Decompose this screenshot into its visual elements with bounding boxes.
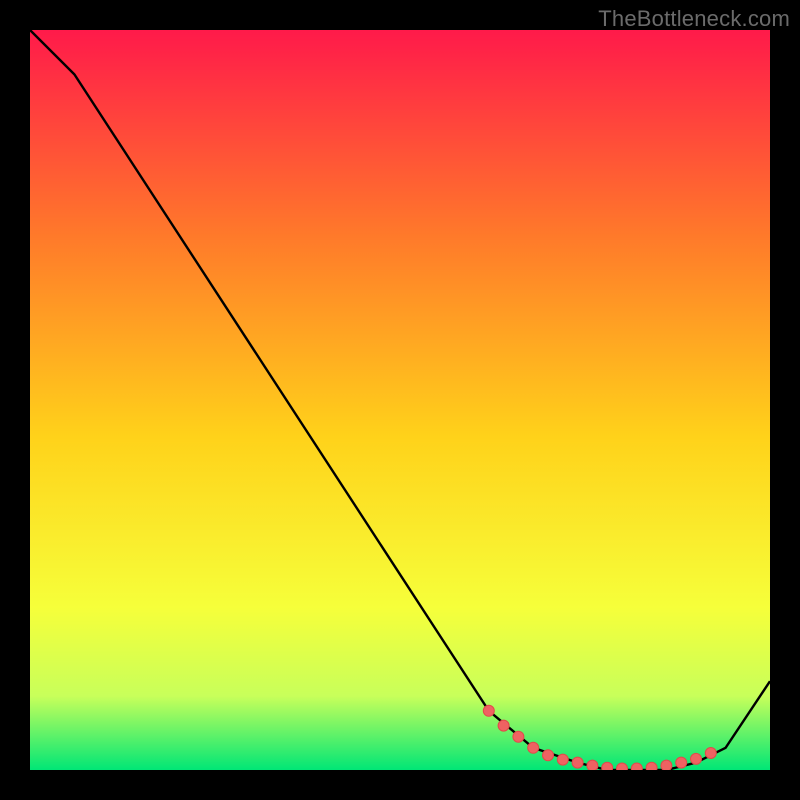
marker-dot [543,750,554,761]
marker-dot [646,762,657,770]
marker-dot [572,757,583,768]
chart-svg [30,30,770,770]
marker-dot [528,742,539,753]
marker-dot [705,748,716,759]
marker-dot [602,762,613,770]
watermark-label: TheBottleneck.com [598,6,790,32]
marker-dot [631,763,642,770]
gradient-background [30,30,770,770]
marker-dot [483,705,494,716]
marker-dot [661,760,672,770]
marker-dot [617,763,628,770]
marker-dot [587,760,598,770]
chart-frame: TheBottleneck.com [0,0,800,800]
marker-dot [557,754,568,765]
plot-area [30,30,770,770]
marker-dot [513,731,524,742]
marker-dot [691,753,702,764]
marker-dot [676,757,687,768]
marker-dot [498,720,509,731]
